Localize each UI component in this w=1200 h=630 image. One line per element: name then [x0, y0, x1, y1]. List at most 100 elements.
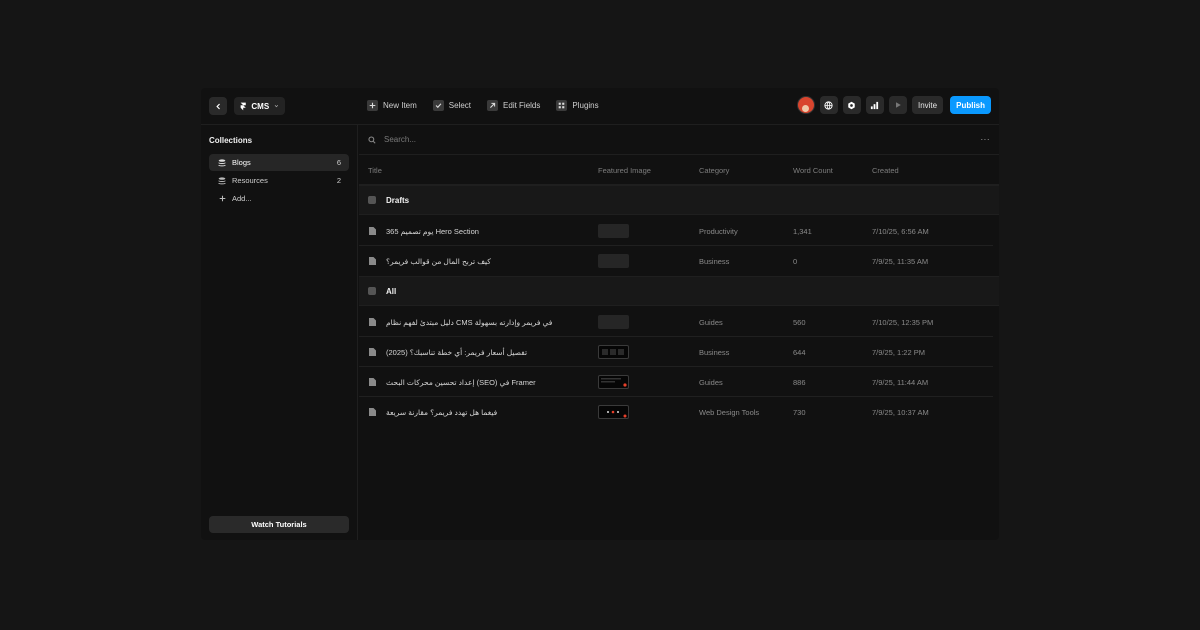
table-row[interactable]: 365 يوم تصميم Hero Section Productivity … — [359, 216, 993, 246]
play-icon — [895, 102, 901, 108]
collections-title: Collections — [209, 136, 253, 145]
search-input[interactable]: Search... — [384, 135, 416, 144]
row-created: 7/9/25, 11:35 AM — [872, 257, 929, 266]
search-bar[interactable]: Search... — [359, 125, 999, 155]
row-category: Business — [699, 257, 730, 266]
avatar[interactable] — [796, 96, 815, 114]
preview-button[interactable] — [888, 96, 907, 114]
right-tools: Invite Publish — [796, 96, 991, 114]
group-header-drafts[interactable]: Drafts — [359, 185, 999, 215]
row-created: 7/9/25, 1:22 PM — [872, 348, 925, 357]
sidebar-item-label: Blogs — [232, 158, 251, 167]
framer-logo-icon — [240, 102, 246, 110]
toolbar: New Item Select Edit Fields Plugins — [367, 100, 599, 111]
row-word-count: 730 — [793, 408, 806, 417]
row-created: 7/9/25, 11:44 AM — [872, 378, 929, 387]
document-icon — [369, 408, 376, 416]
featured-image-placeholder — [598, 315, 629, 329]
table-row[interactable]: إعداد تحسين محركات البحث (SEO) في Framer… — [359, 367, 993, 397]
row-word-count: 886 — [793, 378, 806, 387]
plugins-button[interactable]: Plugins — [556, 100, 599, 111]
publish-button[interactable]: Publish — [950, 96, 991, 114]
table-row[interactable]: كيف تربح المال من قوالب فريمر؟ Business … — [359, 246, 993, 276]
chevron-down-icon — [274, 105, 279, 108]
row-word-count: 0 — [793, 257, 798, 266]
row-created: 7/10/25, 12:35 PM — [872, 318, 934, 327]
new-item-button[interactable]: New Item — [367, 100, 417, 111]
column-header-word-count[interactable]: Word Count — [793, 166, 833, 175]
row-title: تفصيل أسعار فريمر: أي خطة تناسبك؟ (2025) — [386, 348, 528, 357]
select-button[interactable]: Select — [432, 100, 472, 111]
grid-icon — [556, 100, 568, 111]
row-category: Guides — [699, 318, 723, 327]
row-category: Guides — [699, 378, 723, 387]
database-icon — [218, 158, 226, 167]
sidebar-item-count: 2 — [336, 176, 341, 185]
watch-tutorials-button[interactable]: Watch Tutorials — [209, 516, 349, 533]
row-title: إعداد تحسين محركات البحث (SEO) في Framer — [386, 378, 536, 387]
cms-window: CMS New Item Select Edit Fields Plugins — [201, 88, 999, 540]
document-icon — [369, 378, 376, 386]
row-word-count: 644 — [793, 348, 806, 357]
sidebar-item-blogs[interactable]: Blogs 6 — [209, 154, 349, 171]
project-name: CMS — [251, 101, 270, 111]
edit-fields-button[interactable]: Edit Fields — [487, 100, 540, 111]
checkbox-icon — [432, 100, 444, 111]
row-word-count: 560 — [793, 318, 806, 327]
sidebar-item-count: 6 — [336, 158, 341, 167]
search-icon — [368, 135, 376, 144]
chevron-left-icon — [215, 103, 220, 109]
sidebar: Collections Blogs 6 Resources 2 Add... W… — [201, 125, 358, 540]
featured-image-placeholder — [598, 254, 629, 268]
more-options-icon[interactable]: ··· — [981, 135, 991, 144]
add-collection-button[interactable]: Add... — [209, 190, 349, 207]
featured-image-thumbnail — [598, 375, 629, 389]
row-category: Web Design Tools — [699, 408, 760, 417]
table-row[interactable]: دليل مبتدئ لفهم نظام CMS في فريمر وإدارت… — [359, 307, 993, 337]
group-label: All — [386, 286, 397, 296]
row-title: 365 يوم تصميم Hero Section — [386, 227, 479, 236]
featured-image-thumbnail — [598, 405, 629, 419]
document-icon — [369, 257, 376, 265]
select-label: Select — [448, 101, 472, 110]
row-created: 7/10/25, 6:56 AM — [872, 227, 929, 236]
column-header-category[interactable]: Category — [699, 166, 729, 175]
featured-image-placeholder — [598, 224, 629, 238]
column-header-image[interactable]: Featured Image — [598, 166, 651, 175]
top-bar: CMS New Item Select Edit Fields Plugins — [201, 88, 999, 125]
add-label: Add... — [232, 194, 252, 203]
back-button[interactable] — [209, 97, 227, 115]
plus-icon — [218, 195, 226, 203]
plugins-label: Plugins — [572, 101, 599, 110]
settings-button[interactable] — [842, 96, 861, 114]
column-header-created[interactable]: Created — [872, 166, 899, 175]
row-title: فيغما هل تهدد فريمر؟ مقارنة سريعة — [386, 408, 498, 417]
project-switcher[interactable]: CMS — [234, 97, 285, 115]
sidebar-item-resources[interactable]: Resources 2 — [209, 172, 349, 189]
globe-button[interactable] — [819, 96, 838, 114]
row-word-count: 1,341 — [793, 227, 812, 236]
row-category: Business — [699, 348, 730, 357]
table-header: Title Featured Image Category Word Count… — [359, 155, 999, 185]
sidebar-item-label: Resources — [232, 176, 268, 185]
folder-icon — [368, 287, 376, 295]
folder-icon — [368, 196, 376, 204]
globe-icon — [824, 100, 834, 110]
featured-image-thumbnail — [598, 345, 629, 359]
database-icon — [218, 176, 226, 185]
row-created: 7/9/25, 10:37 AM — [872, 408, 929, 417]
column-header-title[interactable]: Title — [368, 166, 382, 175]
row-title: دليل مبتدئ لفهم نظام CMS في فريمر وإدارت… — [386, 318, 553, 327]
row-title: كيف تربح المال من قوالب فريمر؟ — [386, 257, 491, 266]
table-row[interactable]: فيغما هل تهدد فريمر؟ مقارنة سريعة Web De… — [359, 397, 993, 427]
group-label: Drafts — [386, 195, 410, 205]
document-icon — [369, 227, 376, 235]
plus-square-icon — [367, 100, 378, 111]
document-icon — [369, 318, 376, 326]
analytics-button[interactable] — [865, 96, 884, 114]
arrow-up-right-icon — [487, 100, 499, 111]
edit-fields-label: Edit Fields — [503, 101, 541, 110]
group-header-all[interactable]: All — [359, 276, 999, 306]
table-row[interactable]: تفصيل أسعار فريمر: أي خطة تناسبك؟ (2025)… — [359, 337, 993, 367]
invite-button[interactable]: Invite — [911, 96, 944, 114]
